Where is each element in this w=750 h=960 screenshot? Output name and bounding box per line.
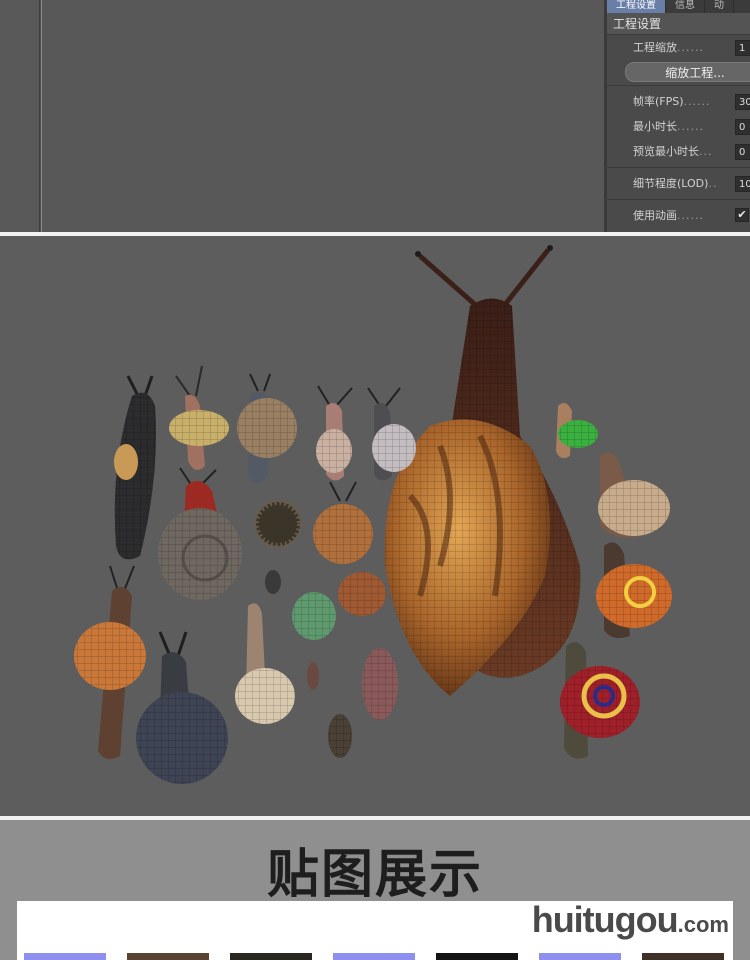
- snail-collection-illustration: [74, 245, 672, 784]
- texture-thumb-6[interactable]: [539, 953, 621, 960]
- brand-logo: huitugou.com: [532, 901, 729, 941]
- tab-info[interactable]: 信息: [666, 0, 705, 13]
- texture-strip: huitugou.com: [17, 901, 733, 960]
- tab-dynamics[interactable]: 动: [705, 0, 734, 13]
- texture-showcase: 贴图展示 huitugou.com: [0, 820, 750, 960]
- dark-slender-snail: [114, 375, 156, 560]
- c4d-editor: 工程设置 信息 动 工程设置 工程缩放...... 1 缩放工程... 帧率(F…: [0, 0, 750, 232]
- preview-min-time-input[interactable]: 0: [735, 144, 750, 160]
- row-dots: ..: [708, 177, 718, 190]
- texture-thumb-4[interactable]: [333, 953, 415, 960]
- row-label: 最小时长: [633, 120, 677, 133]
- row-dots: ......: [677, 41, 704, 54]
- green-small-snail: [292, 592, 336, 640]
- row-min-time: 最小时长...... 0: [607, 114, 750, 139]
- row-label: 帧率(FPS): [633, 95, 684, 108]
- project-scale-input[interactable]: 1: [735, 40, 750, 56]
- min-time-input[interactable]: 0: [735, 119, 750, 135]
- row-label: 预览最小时长: [633, 145, 699, 158]
- divider: [607, 85, 750, 86]
- row-dots: ......: [677, 120, 704, 133]
- row-label: 工程缩放: [633, 41, 677, 54]
- orange-coil-snail: [338, 572, 386, 616]
- texture-thumb-7[interactable]: [642, 953, 724, 960]
- scale-project-button[interactable]: 缩放工程...: [625, 62, 750, 82]
- row-fps: 帧率(FPS)...... 30: [607, 89, 750, 114]
- tan-tall-snail: [235, 603, 295, 724]
- left-toolbar-strip[interactable]: [0, 0, 40, 232]
- section-title: 工程设置: [607, 13, 750, 35]
- brown-striped-snail: [237, 373, 297, 484]
- giant-african-snail: [384, 245, 581, 696]
- red-striped-snail-right: [560, 642, 640, 759]
- tab-project-settings[interactable]: 工程设置: [607, 0, 666, 13]
- row-label: 使用动画: [633, 209, 677, 222]
- yellow-flat-snail: [169, 365, 229, 470]
- dark-blue-snail: [136, 631, 228, 784]
- snail-render-view: [0, 236, 750, 816]
- row-use-animation: 使用动画...... ✔: [607, 203, 750, 228]
- row-lod: 细节程度(LOD).. 10: [607, 171, 750, 196]
- attribute-manager: 工程设置 信息 动 工程设置 工程缩放...... 1 缩放工程... 帧率(F…: [607, 0, 750, 232]
- row-dots: ...: [699, 145, 713, 158]
- brand-name: huitugou: [531, 901, 679, 940]
- texture-thumb-3[interactable]: [230, 953, 312, 960]
- texture-thumb-5[interactable]: [436, 953, 518, 960]
- divider: [607, 167, 750, 168]
- orange-round-snail: [313, 481, 373, 564]
- texture-thumb-1[interactable]: [24, 953, 106, 960]
- use-animation-checkbox[interactable]: ✔: [735, 208, 749, 222]
- orange-spiral-snail-right: [596, 542, 672, 638]
- fps-input[interactable]: 30: [735, 94, 750, 110]
- spiky-shell: [253, 499, 303, 549]
- showcase-title: 贴图展示: [266, 845, 483, 905]
- orange-spiral-snail-left: [74, 565, 146, 760]
- attribute-tabs: 工程设置 信息 动: [607, 0, 750, 13]
- lod-input[interactable]: 10: [735, 176, 750, 192]
- row-label: 细节程度(LOD): [633, 177, 709, 190]
- brand-suffix: .com: [677, 912, 729, 937]
- red-head-spiral-snail: [158, 467, 242, 600]
- row-dots: ......: [683, 95, 711, 108]
- pink-striped-snail: [362, 648, 398, 720]
- tan-spiral-snail-right: [598, 452, 670, 538]
- row-dots: ......: [677, 209, 704, 222]
- row-preview-min-time: 预览最小时长... 0: [607, 139, 750, 164]
- divider: [607, 199, 750, 200]
- editor-viewport[interactable]: [42, 0, 604, 232]
- pink-cone-snail: [316, 385, 353, 481]
- texture-thumb-2[interactable]: [127, 953, 209, 960]
- green-shell-snail-right: [556, 402, 598, 459]
- row-project-scale: 工程缩放...... 1: [607, 35, 750, 60]
